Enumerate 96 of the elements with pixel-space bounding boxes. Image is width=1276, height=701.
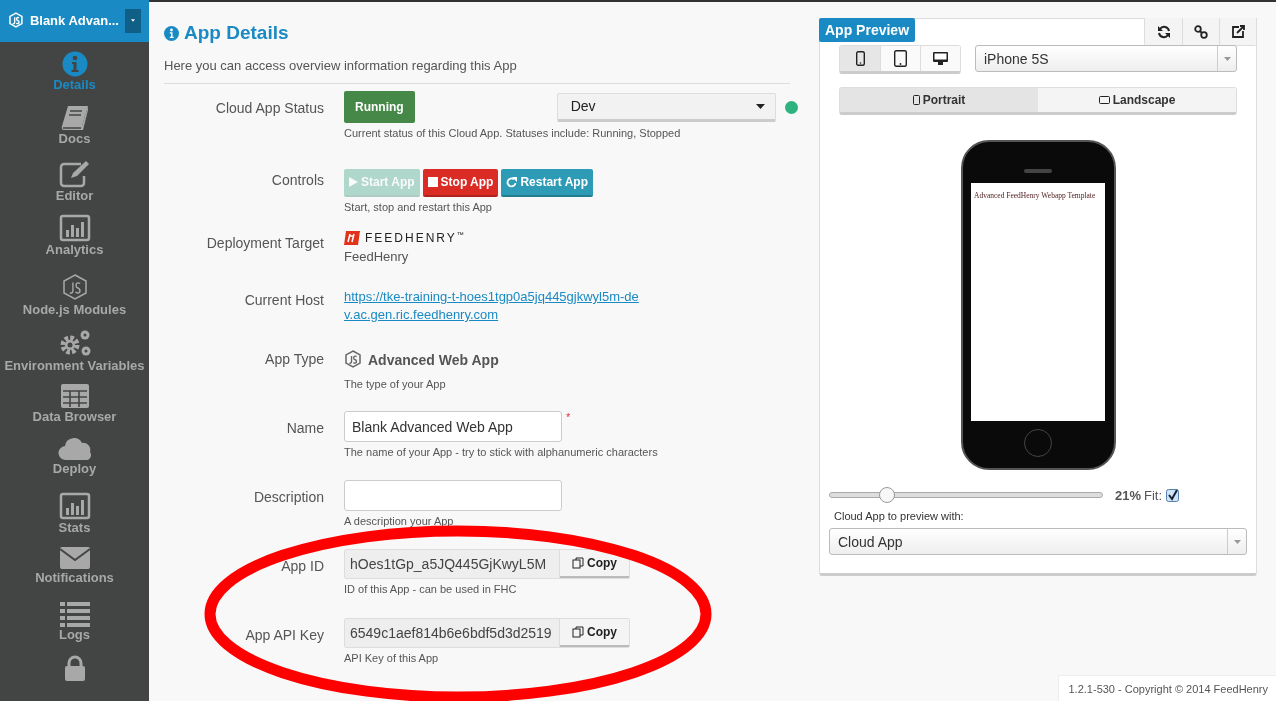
panel-title: App Preview [819, 18, 916, 42]
phone-icon [855, 51, 865, 66]
dropdown[interactable]: iPhone 5S [975, 45, 1237, 72]
sidebar-item[interactable]: Node.js Modules [0, 259, 149, 320]
page-title: App Details [184, 22, 289, 44]
field-label: Description [253, 489, 324, 505]
bar-chart-icon [58, 214, 91, 243]
play-icon [349, 177, 358, 187]
sidebar-item[interactable]: Stats [0, 482, 149, 538]
info-icon [164, 25, 179, 41]
sidebar-item[interactable]: Environment Variables [0, 319, 149, 374]
app-type: Advanced Web App [368, 352, 499, 368]
nodejs-icon [61, 273, 88, 302]
help-text: Current status of this Cloud App. Statuses include: Running, Stopped [344, 127, 681, 139]
sidebar-item[interactable]: Docs [0, 96, 149, 151]
nodejs-icon [344, 350, 362, 370]
caret-icon [1223, 56, 1231, 61]
zoom-reading: 21% [1115, 487, 1142, 503]
footer-text: 1.2.1-530 - Copyright © 2014 FeedHenry [1057, 675, 1276, 701]
copy-icon [572, 557, 584, 569]
refresh-icon [1156, 24, 1171, 39]
sidebar-item[interactable]: Notifications [0, 537, 149, 592]
restart-button[interactable]: Restart App [501, 169, 593, 197]
host-link[interactable]: https://tke-training-t-hoes1tgp0a5jq445gjkwyl5m-dev.ac.gen.ric.feedhenry.com [344, 288, 644, 324]
field-label: Cloud App Status [215, 100, 324, 116]
nodejs-icon [8, 11, 24, 30]
intro-text: Here you can access overview information regarding this App [164, 58, 790, 84]
phone-speaker [1024, 169, 1052, 173]
link-icon [1194, 24, 1208, 39]
refresh-icon [506, 176, 518, 188]
dropdown[interactable]: Cloud App [829, 528, 1247, 555]
required-mark: * [566, 411, 571, 423]
bar-chart-icon [58, 491, 91, 520]
help-text: Start, stop and restart this App [344, 201, 492, 213]
stop-button[interactable]: Stop App [422, 169, 499, 197]
sidebar-item[interactable]: Editor [0, 150, 149, 206]
logo-icon [344, 231, 360, 245]
readonly-field[interactable]: hOes1tGp_a5JQ445GjKwyL5M [345, 550, 560, 578]
desktop-icon [933, 52, 948, 65]
copy-button[interactable]: Copy [560, 550, 629, 578]
field-label: App API Key [245, 627, 324, 643]
toolbar-button[interactable] [1145, 18, 1182, 45]
sidebar-item[interactable]: Logs [0, 591, 149, 647]
cloud-icon [57, 437, 92, 462]
caret-icon [1233, 539, 1241, 544]
book-icon [59, 105, 90, 132]
lock-icon [63, 655, 86, 682]
stop-icon [427, 177, 438, 187]
landscape-icon [1098, 96, 1110, 104]
text-field[interactable] [344, 480, 562, 511]
toolbar-button[interactable] [1219, 18, 1256, 45]
edit-icon [58, 159, 91, 188]
caret-icon [131, 18, 135, 24]
device-button[interactable] [840, 46, 880, 71]
field-label: App Type [265, 351, 324, 367]
device-button[interactable] [920, 46, 960, 71]
list-icon [58, 600, 91, 627]
logo-text: FEEDHENRY$^{™}$ [365, 231, 464, 245]
environment-select[interactable]: Dev [556, 92, 776, 122]
orientation-tab[interactable]: Portrait [840, 88, 1038, 112]
field-value: FeedHenry [344, 249, 409, 264]
portrait-icon [912, 95, 920, 105]
checkbox[interactable] [1166, 488, 1180, 502]
slider-thumb[interactable] [878, 487, 895, 503]
readonly-field[interactable]: 6549c1aef814b6e6bdf5d3d2519 [345, 619, 560, 647]
toolbar-button[interactable] [1182, 18, 1219, 45]
field-label: Current Host [244, 292, 324, 308]
field-label: Deployment Target [206, 235, 324, 251]
tablet-icon [894, 50, 907, 67]
field-label: App ID [281, 558, 324, 574]
info-icon [61, 50, 88, 77]
fit-label: Fit: [1144, 487, 1163, 503]
sidebar-item[interactable]: Analytics [0, 205, 149, 260]
sidebar-item[interactable]: Data Browser [0, 373, 149, 429]
field-label: Controls [271, 172, 324, 188]
orientation-tab[interactable]: Landscape [1038, 88, 1236, 112]
help-text: The type of your App [344, 378, 446, 390]
sidebar-item[interactable]: Deploy [0, 428, 149, 483]
help-text: API Key of this App [344, 652, 439, 664]
field-label: Cloud App to preview with: [834, 510, 965, 522]
text-field[interactable]: Blank Advanced Web App [344, 411, 562, 442]
app-title: Blank Advan... [29, 13, 119, 29]
field-label: Name [286, 420, 324, 436]
copy-button[interactable]: Copy [560, 619, 629, 647]
help-text: ID of this App - can be used in FHC [344, 583, 517, 595]
help-text: The name of your App - try to stick with alphanumeric characters [344, 446, 658, 458]
zoom-slider[interactable] [829, 487, 1103, 503]
external-link-icon [1231, 24, 1245, 39]
help-text: A description your App [344, 515, 454, 527]
caret-icon [755, 103, 765, 109]
sidebar-item[interactable]: Details [0, 41, 149, 97]
envelope-icon [58, 546, 91, 571]
table-icon [59, 382, 90, 409]
device-button[interactable] [880, 46, 920, 71]
status-button[interactable]: Running [344, 91, 415, 123]
copy-icon [572, 626, 584, 638]
